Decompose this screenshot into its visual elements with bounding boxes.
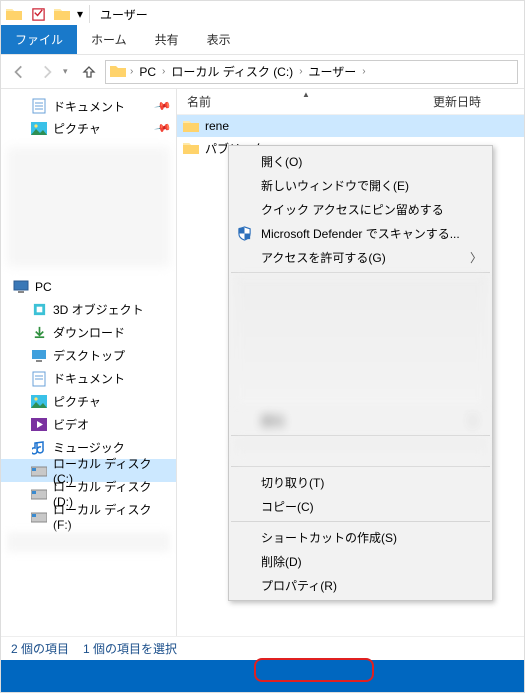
menu-item-grant-access[interactable]: アクセスを許可する(G) 〉 [229, 245, 492, 269]
tree-label: 3D オブジェクト [53, 301, 144, 318]
tree-item[interactable]: 3D オブジェクト [1, 298, 176, 321]
menu-item-defender-scan[interactable]: Microsoft Defender でスキャンする... [229, 221, 492, 245]
breadcrumb-item[interactable]: PC [137, 65, 158, 79]
folder-icon [110, 64, 126, 80]
tree-label: ミュージック [53, 439, 125, 456]
blurred-region [235, 276, 486, 406]
menu-item-create-shortcut[interactable]: ショートカットの作成(S) [229, 525, 492, 549]
window-title: ユーザー [100, 6, 148, 23]
menu-item-blurred[interactable]: 送る 〉 [229, 408, 492, 432]
separator [89, 5, 90, 23]
blurred-region [7, 532, 170, 552]
breadcrumb[interactable]: › PC › ローカル ディスク (C:) › ユーザー › [105, 60, 518, 84]
tree-item-pc[interactable]: PC [1, 275, 176, 298]
status-selection-count: 1 個の項目を選択 [83, 640, 177, 657]
tree-item[interactable]: ビデオ [1, 413, 176, 436]
tab-home[interactable]: ホーム [77, 25, 141, 54]
pc-icon [13, 279, 29, 295]
back-button[interactable] [7, 60, 31, 84]
chevron-right-icon[interactable]: › [162, 66, 165, 77]
taskbar [1, 660, 524, 692]
chevron-right-icon[interactable]: › [362, 66, 365, 77]
column-headers: ▲ 名前 更新日時 [177, 89, 524, 115]
tab-file[interactable]: ファイル [1, 25, 77, 54]
menu-item-copy[interactable]: コピー(C) [229, 494, 492, 518]
breadcrumb-item[interactable]: ユーザー [307, 63, 359, 80]
quick-access-item[interactable]: ピクチャ 📌 [1, 117, 176, 139]
pictures-icon [31, 120, 47, 136]
file-row[interactable]: rene [177, 115, 524, 137]
tree-item[interactable]: ドキュメント [1, 367, 176, 390]
pin-icon: 📌 [154, 97, 173, 116]
tree-item-icon [31, 417, 47, 433]
up-button[interactable] [77, 60, 101, 84]
menu-item-properties[interactable]: プロパティ(R) [229, 573, 492, 597]
folder-icon [183, 140, 199, 156]
blurred-region [235, 439, 486, 463]
sort-indicator-icon: ▲ [302, 90, 310, 99]
tree-label: PC [35, 280, 52, 294]
tree-label: ダウンロード [53, 324, 125, 341]
forward-button[interactable] [35, 60, 59, 84]
title-bar: ▾ ユーザー [1, 1, 524, 27]
tree-item-icon [31, 348, 47, 364]
menu-item-open-new-window[interactable]: 新しいウィンドウで開く(E) [229, 173, 492, 197]
menu-item-delete[interactable]: 削除(D) [229, 549, 492, 573]
quick-access-label: ドキュメント [53, 98, 125, 115]
context-menu: 開く(O) 新しいウィンドウで開く(E) クイック アクセスにピン留めする Mi… [228, 145, 493, 601]
tree-item-icon [31, 325, 47, 341]
ribbon-tabs: ファイル ホーム 共有 表示 [1, 27, 524, 55]
explorer-window: ▾ ユーザー ファイル ホーム 共有 表示 ▾ › PC › ローカル ディスク… [0, 0, 525, 693]
quick-access-item[interactable]: ドキュメント 📌 [1, 95, 176, 117]
tree-item-icon [31, 509, 47, 525]
file-name: rene [205, 119, 229, 133]
tree-item[interactable]: デスクトップ [1, 344, 176, 367]
menu-item-cut[interactable]: 切り取り(T) [229, 470, 492, 494]
qat-properties-icon[interactable] [29, 5, 47, 23]
tree-label: ピクチャ [53, 393, 101, 410]
menu-separator [231, 466, 490, 467]
tab-view[interactable]: 表示 [193, 25, 245, 54]
chevron-right-icon: 〉 [470, 412, 482, 429]
tree-item-icon [31, 486, 47, 502]
pin-icon: 📌 [154, 119, 173, 138]
documents-icon [31, 98, 47, 114]
column-header-date[interactable]: 更新日時 [427, 93, 524, 110]
menu-item-open[interactable]: 開く(O) [229, 149, 492, 173]
qat-dropdown-icon[interactable]: ▾ [77, 7, 83, 21]
column-header-name[interactable]: ▲ 名前 [177, 93, 427, 110]
folder-icon [183, 118, 199, 134]
tree-item-icon [31, 463, 47, 479]
tree-item[interactable]: ローカル ディスク (F:) [1, 505, 176, 528]
status-bar: 2 個の項目 1 個の項目を選択 [1, 636, 524, 660]
chevron-right-icon[interactable]: › [130, 66, 133, 77]
menu-separator [231, 435, 490, 436]
chevron-right-icon: 〉 [470, 249, 482, 266]
quick-access-label: ピクチャ [53, 120, 101, 137]
tree-label: ドキュメント [53, 370, 125, 387]
menu-item-pin-quick-access[interactable]: クイック アクセスにピン留めする [229, 197, 492, 221]
history-dropdown-icon[interactable]: ▾ [63, 66, 73, 77]
navigation-pane: ドキュメント 📌 ピクチャ 📌 PC 3D オブジェクトダウンロードデスクトップ… [1, 89, 177, 645]
tree-label: ビデオ [53, 416, 89, 433]
tree-item[interactable]: ピクチャ [1, 390, 176, 413]
address-bar: ▾ › PC › ローカル ディスク (C:) › ユーザー › [1, 55, 524, 89]
tree-item-icon [31, 371, 47, 387]
tree-label: ローカル ディスク (F:) [53, 501, 170, 532]
tree-item-icon [31, 440, 47, 456]
tab-share[interactable]: 共有 [141, 25, 193, 54]
status-item-count: 2 個の項目 [11, 640, 69, 657]
tree-label: デスクトップ [53, 347, 125, 364]
tree-item[interactable]: ダウンロード [1, 321, 176, 344]
tree-item-icon [31, 302, 47, 318]
blurred-region [7, 147, 170, 267]
folder-icon [5, 5, 23, 23]
menu-separator [231, 272, 490, 273]
shield-icon [235, 224, 253, 242]
menu-separator [231, 521, 490, 522]
breadcrumb-item[interactable]: ローカル ディスク (C:) [169, 63, 295, 80]
chevron-right-icon[interactable]: › [299, 66, 302, 77]
folder-icon [53, 5, 71, 23]
tree-item-icon [31, 394, 47, 410]
